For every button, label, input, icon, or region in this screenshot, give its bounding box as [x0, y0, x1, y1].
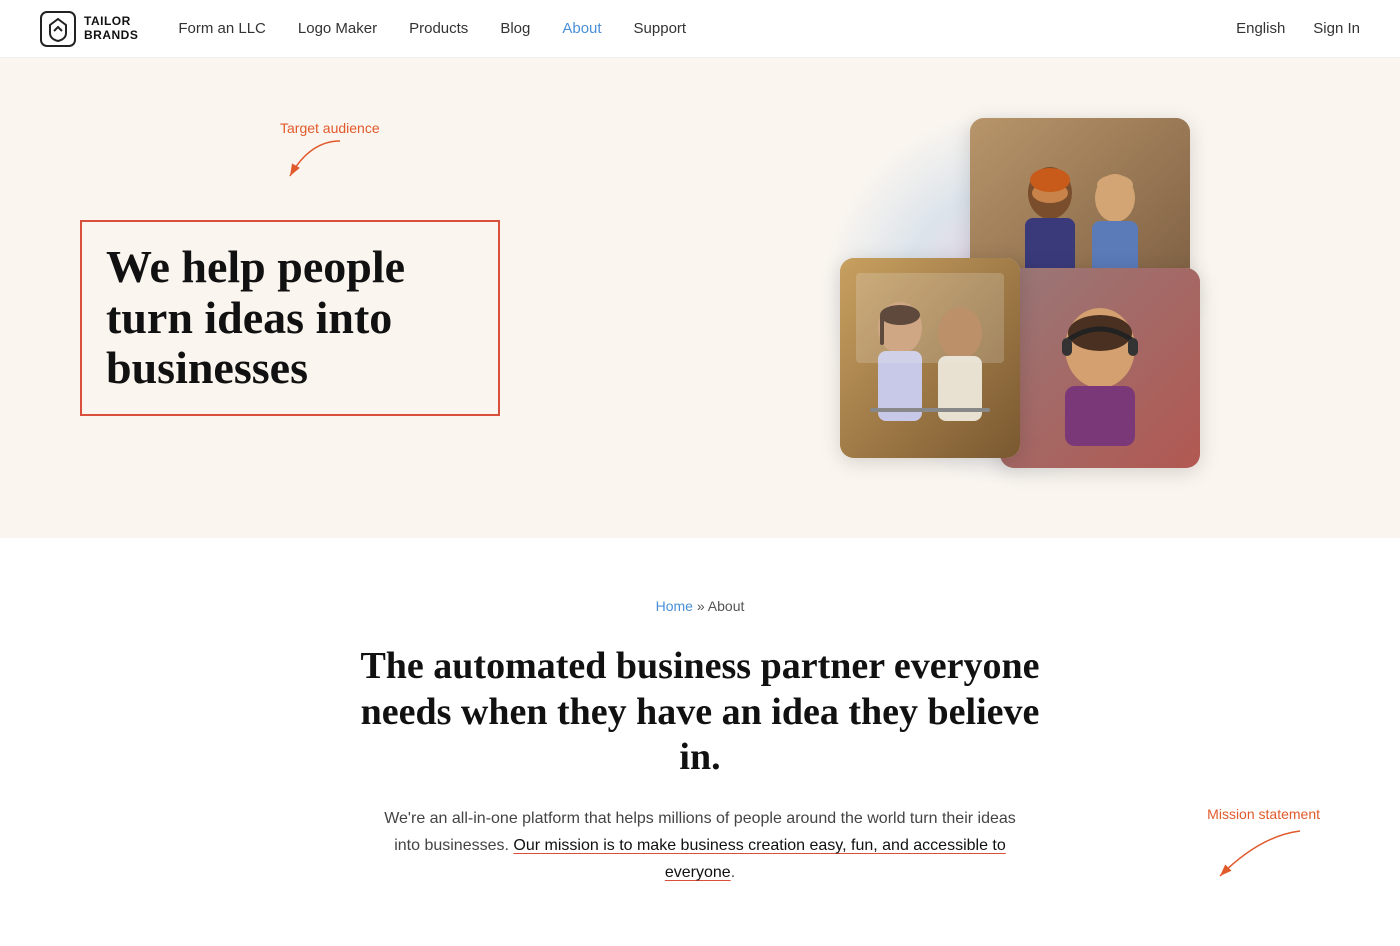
- breadcrumb-current: About: [708, 598, 745, 614]
- breadcrumb: Home » About: [40, 598, 1360, 614]
- hero-section: Target audience We help people turn idea…: [0, 58, 1400, 538]
- mission-arrow-svg: [1200, 826, 1320, 886]
- hero-right: smile: [700, 98, 1320, 498]
- photo-svg-2: smile: [1000, 268, 1200, 468]
- nav-right: English Sign In: [1236, 20, 1360, 37]
- logo-text: TAILORBRANDS: [84, 15, 138, 41]
- description: We're an all-in-one platform that helps …: [370, 805, 1030, 887]
- hero-left: Target audience We help people turn idea…: [80, 180, 700, 416]
- mission-annotation: Mission statement: [1200, 806, 1320, 886]
- photo-card-2: smile: [1000, 268, 1200, 468]
- mission-annotation-label: Mission statement: [1207, 806, 1320, 822]
- breadcrumb-home[interactable]: Home: [656, 598, 693, 614]
- nav-signin[interactable]: Sign In: [1313, 20, 1360, 37]
- nav-english[interactable]: English: [1236, 20, 1285, 37]
- annotation-arrow-svg: [280, 136, 360, 186]
- nav-blog[interactable]: Blog: [500, 20, 530, 37]
- annotation-label: Target audience: [280, 120, 380, 136]
- navigation: TAILORBRANDS Form an LLC Logo Maker Prod…: [0, 0, 1400, 58]
- logo[interactable]: TAILORBRANDS: [40, 11, 138, 47]
- logo-icon: [40, 11, 76, 47]
- breadcrumb-separator: »: [693, 598, 708, 614]
- photo-card-3: [840, 258, 1020, 458]
- nav-products[interactable]: Products: [409, 20, 468, 37]
- content-section: Home » About The automated business part…: [0, 538, 1400, 946]
- hero-headline: We help people turn ideas into businesse…: [106, 242, 474, 394]
- main-headline: The automated business partner everyone …: [350, 644, 1050, 781]
- target-audience-annotation: Target audience: [280, 120, 380, 186]
- mission-link[interactable]: Our mission is to make business creation…: [513, 837, 1005, 881]
- nav-support[interactable]: Support: [634, 20, 687, 37]
- photo-collage: smile: [810, 108, 1210, 488]
- hero-headline-box: We help people turn ideas into businesse…: [80, 220, 500, 416]
- nav-about[interactable]: About: [562, 20, 601, 37]
- description-end: .: [731, 864, 735, 881]
- photo-svg-3: [840, 258, 1020, 458]
- nav-links: Form an LLC Logo Maker Products Blog Abo…: [178, 20, 686, 38]
- nav-form-llc[interactable]: Form an LLC: [178, 20, 266, 37]
- nav-logo-maker[interactable]: Logo Maker: [298, 20, 377, 37]
